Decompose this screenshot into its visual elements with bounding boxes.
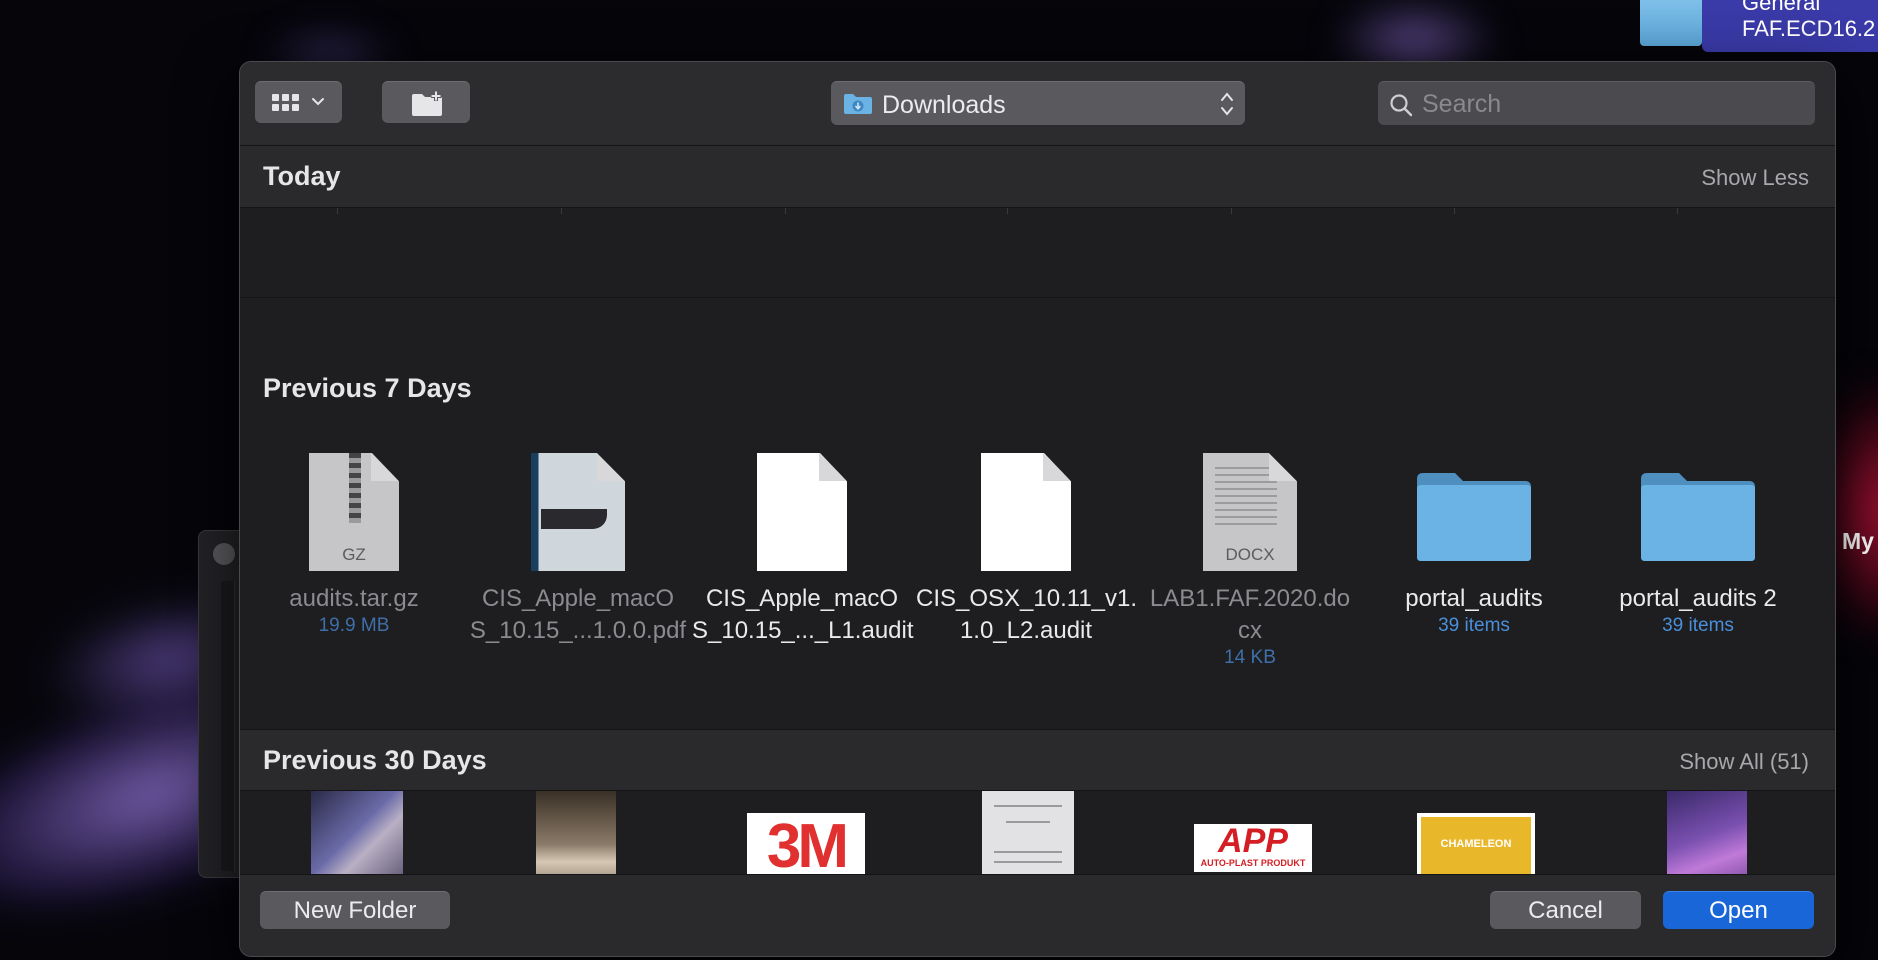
file-browser[interactable]: Today Show Less Previous 7 Days GZ audit… [240, 146, 1835, 874]
folder-icon [1641, 473, 1755, 561]
dialog-footer: New Folder Cancel Open [240, 874, 1835, 956]
file-name: audits.tar.gz [289, 585, 419, 612]
folder-name: portal_audits 2 [1619, 585, 1777, 612]
folder-icon [1417, 473, 1531, 561]
image-thumbnail[interactable]: CHAMELEON [1417, 813, 1535, 874]
dialog-toolbar: Downloads [240, 62, 1835, 146]
section-title: Previous 7 Days [263, 373, 472, 403]
new-folder-toolbar-button[interactable] [382, 81, 470, 123]
logo-3m-text: 3M [766, 812, 849, 875]
file-item[interactable]: CIS_Apple_macO S_10.15_...1.0.0.pdf [468, 446, 688, 647]
folder-plus-icon [412, 91, 442, 116]
desktop-label-line2: FAF.ECD16.2 [1742, 16, 1876, 41]
document-icon [916, 446, 1136, 571]
open-file-dialog: Downloads Today Show Less [239, 61, 1836, 957]
section-header-previous-30-days: Previous 30 Days Show All (51) [240, 729, 1835, 791]
folder-item-count: 39 items [1662, 615, 1734, 636]
folder-thumb [1588, 446, 1808, 571]
section-title: Previous 30 Days [263, 745, 487, 775]
file-item[interactable]: DOCX LAB1.FAF.2020.do cx 14 KB [1140, 446, 1360, 669]
search-field[interactable] [1378, 81, 1815, 125]
desktop-item-label[interactable]: My [1842, 528, 1874, 555]
docx-thumbnail-icon: DOCX [1140, 446, 1360, 571]
icon-grid-icon [272, 94, 300, 114]
search-icon [1390, 94, 1413, 117]
document-icon [692, 446, 912, 571]
archive-icon: GZ [244, 446, 464, 571]
new-folder-button[interactable]: New Folder [260, 891, 450, 929]
image-thumbnail[interactable]: APP AUTO-PLAST PRODUKT [1194, 824, 1312, 872]
file-size: 14 KB [1224, 647, 1276, 668]
file-name: CIS_Apple_macO S_10.15_...1.0.0.pdf [469, 585, 687, 644]
folder-item-count: 39 items [1438, 615, 1510, 636]
file-item[interactable]: GZ audits.tar.gz 19.9 MB [244, 446, 464, 637]
file-item[interactable]: CIS_Apple_macO S_10.15_..._L1.audit [692, 446, 914, 647]
today-items-strip [240, 208, 1835, 298]
image-thumbnail[interactable] [1667, 791, 1747, 874]
up-down-chevron-icon [1221, 92, 1233, 116]
folder-item[interactable]: portal_audits 2 39 items [1588, 446, 1808, 637]
section-header-today: Today Show Less [240, 146, 1835, 208]
image-thumbnail[interactable]: 3M [747, 813, 865, 874]
chevron-down-icon [312, 98, 324, 106]
folder-thumb [1364, 446, 1584, 571]
window-control-icon[interactable] [213, 543, 235, 565]
document-thumbnail[interactable] [982, 791, 1074, 874]
location-label: Downloads [882, 91, 1006, 119]
file-name: CIS_Apple_macO S_10.15_..._L1.audit [692, 585, 914, 644]
file-size: 19.9 MB [318, 615, 390, 636]
logo-app-subtext: AUTO-PLAST PRODUKT [1200, 858, 1306, 868]
cancel-button[interactable]: Cancel [1490, 891, 1641, 929]
show-all-button[interactable]: Show All (51) [1679, 749, 1809, 775]
logo-app-text: APP [1218, 822, 1288, 860]
pdf-thumbnail-icon [468, 446, 688, 571]
desktop-label-line1: General [1742, 0, 1821, 15]
downloads-folder-icon [844, 94, 872, 114]
folder-item[interactable]: portal_audits 39 items [1364, 446, 1584, 637]
items-grid: 3M APP AUTO-PLAST PRODUKT CHAMELEON [240, 791, 1835, 874]
view-mode-button[interactable] [255, 81, 342, 123]
desktop-selected-item-label[interactable]: General FAF.ECD16.2 [1702, 0, 1878, 52]
section-title: Today [263, 161, 341, 191]
folder-name: portal_audits [1405, 585, 1543, 612]
file-name: LAB1.FAF.2020.do cx [1149, 585, 1351, 644]
desktop-folder-icon[interactable] [1640, 0, 1702, 46]
file-name: CIS_OSX_10.11_v1. 1.0_L2.audit [916, 585, 1138, 644]
background-window-sidebar [221, 581, 235, 871]
show-less-button[interactable]: Show Less [1701, 165, 1809, 191]
image-thumbnail[interactable] [536, 791, 616, 874]
search-input[interactable] [1422, 86, 1802, 122]
file-item[interactable]: CIS_OSX_10.11_v1. 1.0_L2.audit [916, 446, 1138, 647]
open-button[interactable]: Open [1663, 891, 1814, 929]
image-thumbnail[interactable] [311, 791, 403, 874]
items-grid: GZ audits.tar.gz 19.9 MB CIS_Apple_macO S… [240, 446, 1835, 736]
section-header-previous-7-days: Previous 7 Days [240, 359, 1835, 421]
location-popup[interactable]: Downloads [831, 81, 1245, 125]
logo-cham-text: CHAMELEON [1421, 817, 1531, 874]
